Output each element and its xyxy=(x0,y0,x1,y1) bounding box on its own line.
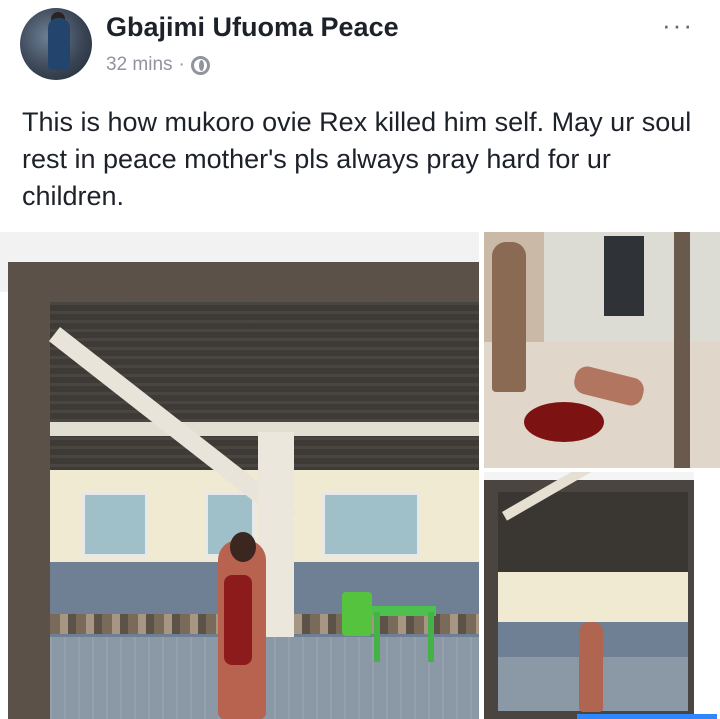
photo-blood xyxy=(224,575,252,665)
avatar-figure xyxy=(48,18,70,70)
photo-doorway xyxy=(604,236,644,316)
photo-margin xyxy=(694,472,720,719)
facebook-post: Gbajimi Ufuoma Peace 32 mins · ··· This … xyxy=(0,0,720,719)
photo-bystander xyxy=(492,242,526,392)
author-name[interactable]: Gbajimi Ufuoma Peace xyxy=(106,12,399,43)
globe-icon[interactable] xyxy=(190,55,210,75)
photo-table xyxy=(372,606,436,616)
post-text: This is how mukoro ovie Rex killed him s… xyxy=(22,107,692,211)
photo-chair xyxy=(342,592,372,636)
post-meta: 32 mins · xyxy=(106,54,210,76)
post-photo-bottom-right[interactable] xyxy=(484,472,720,719)
photo-person-head xyxy=(230,532,256,562)
photo-table-leg xyxy=(374,612,380,662)
post-time[interactable]: 32 mins xyxy=(106,54,173,76)
photo-person xyxy=(579,622,603,712)
accent-strip xyxy=(577,714,717,719)
author-avatar[interactable] xyxy=(20,8,92,80)
photo-table-leg xyxy=(428,612,434,662)
photo-window xyxy=(82,492,148,557)
post-photo-top-right[interactable] xyxy=(484,232,720,468)
photo-pole xyxy=(674,232,690,468)
more-options-button[interactable]: ··· xyxy=(662,10,694,41)
photo-window xyxy=(322,492,420,557)
meta-separator: · xyxy=(178,54,185,75)
photo-blood-pool xyxy=(524,402,604,442)
